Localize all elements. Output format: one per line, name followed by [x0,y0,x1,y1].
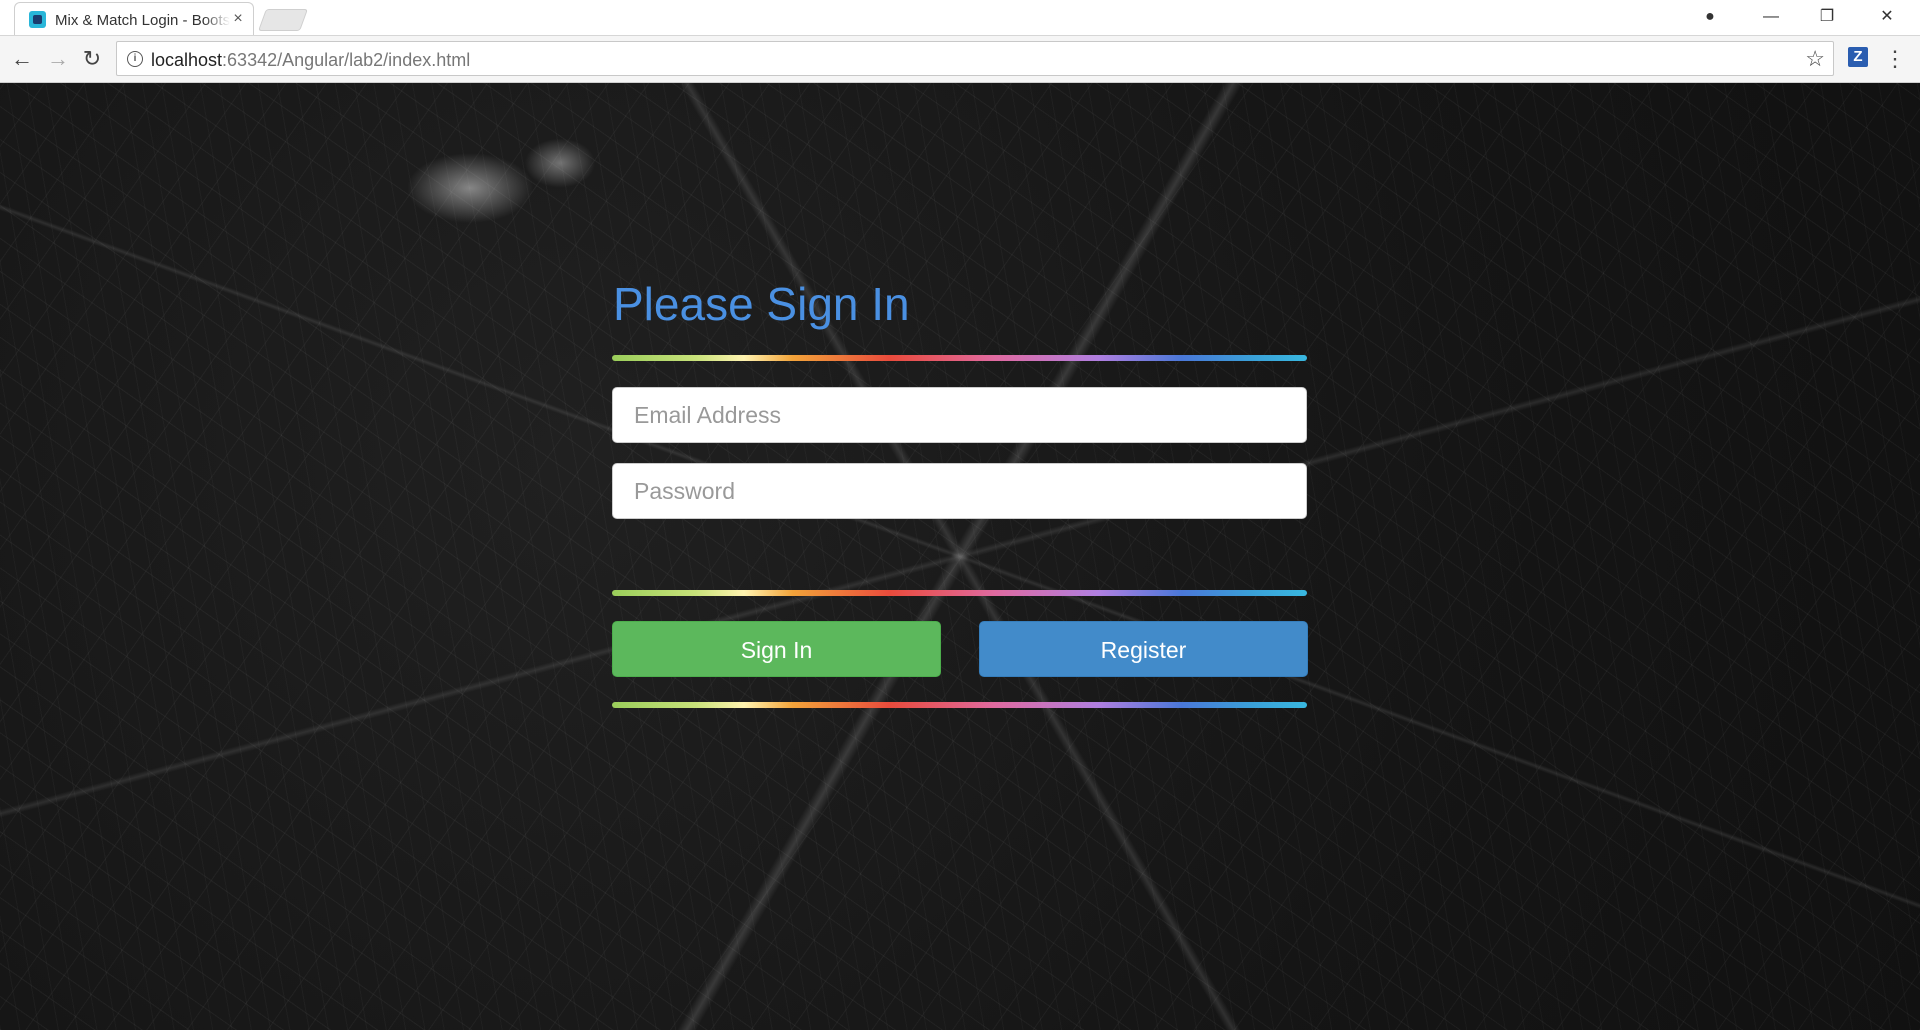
site-favicon-icon [29,11,46,28]
url-path: :63342/Angular/lab2/index.html [222,50,471,70]
forward-icon[interactable]: → [44,45,72,73]
browser-toolbar: ← → ↻ i localhost:63342/Angular/lab2/ind… [0,36,1920,83]
info-icon[interactable]: i [127,51,143,67]
register-button[interactable]: Register [979,621,1308,677]
email-placeholder: Email Address [634,402,782,428]
tab-strip: Mix & Match Login - Bootstrap × ● — ❐ ✕ [0,0,1920,36]
password-field[interactable]: Password [612,463,1307,519]
profile-icon[interactable]: ● [1695,4,1725,30]
restore-icon[interactable]: ❐ [1812,4,1842,30]
sign-in-button[interactable]: Sign In [612,621,941,677]
rainbow-divider-bottom [612,702,1307,708]
reload-icon[interactable]: ↻ [78,45,106,73]
rainbow-divider-middle [612,590,1307,596]
address-bar[interactable]: i localhost:63342/Angular/lab2/index.htm… [116,41,1834,76]
browser-tab[interactable]: Mix & Match Login - Bootstrap × [14,2,254,35]
close-window-icon[interactable]: ✕ [1872,4,1902,30]
new-tab-button[interactable] [257,9,309,31]
star-icon[interactable]: ☆ [1805,46,1825,72]
tab-title: Mix & Match Login - Bootstrap [55,12,230,29]
extension-z-icon[interactable]: Z [1848,47,1868,67]
login-page: Please Sign In Email Address Password Si… [0,83,1920,1030]
close-tab-icon[interactable]: × [229,10,247,28]
password-placeholder: Password [634,478,735,504]
rainbow-divider-top [612,355,1307,361]
back-icon[interactable]: ← [8,45,36,73]
menu-icon[interactable]: ⋮ [1884,45,1906,73]
page-title: Please Sign In [613,278,910,330]
minimize-icon[interactable]: — [1756,4,1786,30]
url-host: localhost [151,50,223,70]
url-text[interactable]: localhost:63342/Angular/lab2/index.html [151,50,470,71]
email-field[interactable]: Email Address [612,387,1307,443]
